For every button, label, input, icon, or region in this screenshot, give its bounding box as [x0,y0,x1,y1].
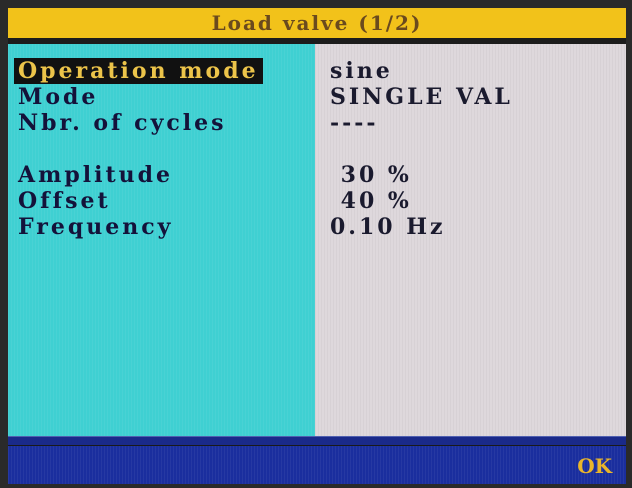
ok-button[interactable]: OK [577,454,612,478]
softkey-bar: OK [8,446,626,484]
param-label-nbr-of-cycles[interactable]: Nbr. of cycles [14,110,231,136]
param-label-operation-mode[interactable]: Operation mode [14,58,263,84]
device-screen: Load valve (1/2) Operation mode Mode Nbr… [8,8,626,484]
param-value-amplitude: 30 % [330,162,412,188]
param-value-operation-mode: sine [330,58,393,84]
param-value-frequency: 0.10 Hz [330,214,446,240]
param-label-frequency[interactable]: Frequency [14,214,177,240]
param-value-nbr-of-cycles: ---- [330,110,379,136]
param-value-mode: SINGLE VAL [330,84,513,110]
page-title: Load valve (1/2) [211,11,423,35]
softkey-divider [8,436,626,445]
param-label-offset[interactable]: Offset [14,188,115,214]
param-label-amplitude[interactable]: Amplitude [14,162,177,188]
param-label-mode[interactable]: Mode [14,84,102,110]
param-value-offset: 40 % [330,188,412,214]
title-bar: Load valve (1/2) [8,8,626,38]
